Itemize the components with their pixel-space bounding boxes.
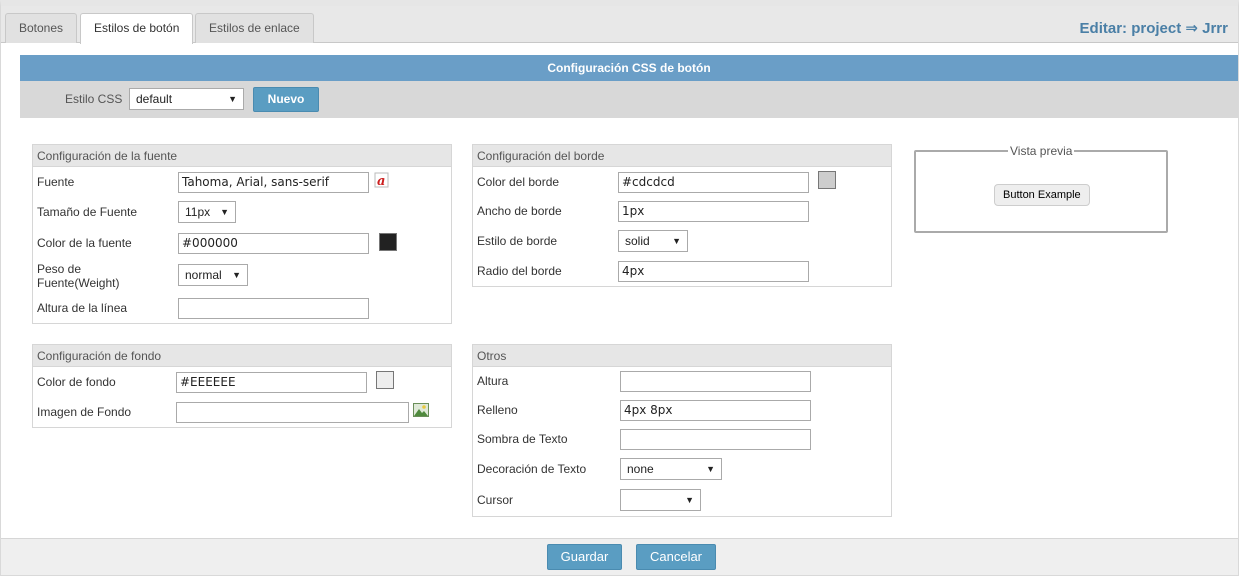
font-weight-label: Peso de Fuente(Weight) (37, 262, 119, 290)
new-style-button[interactable]: Nuevo (253, 87, 319, 112)
css-style-label: Estilo CSS (65, 92, 123, 106)
chevron-down-icon: ▼ (232, 270, 241, 280)
border-width-label: Ancho de borde (477, 204, 562, 218)
font-size-select[interactable]: 11px ▼ (178, 201, 236, 223)
background-color-swatch[interactable] (376, 371, 394, 389)
font-size-value: 11px (185, 205, 211, 219)
text-shadow-input[interactable] (620, 429, 811, 450)
border-color-swatch[interactable] (818, 171, 836, 189)
border-color-input[interactable]: #cdcdcd (618, 172, 809, 193)
edit-title: Editar: project ⇒ Jrrr (1079, 20, 1228, 37)
panel-title: Otros (473, 345, 891, 367)
panel-title: Configuración de fondo (33, 345, 451, 367)
panel-title: Configuración del borde (473, 145, 891, 167)
border-color-label: Color del borde (477, 175, 560, 189)
border-radius-input[interactable]: 4px (618, 261, 809, 282)
footer-bar: Guardar Cancelar (1, 538, 1238, 575)
svg-text:a: a (377, 174, 385, 188)
font-weight-value: normal (185, 268, 222, 282)
border-config-panel: Configuración del borde Color del borde … (472, 144, 892, 287)
font-config-panel: Configuración de la fuente Fuente Tahoma… (32, 144, 452, 324)
cursor-select[interactable]: ▼ (620, 489, 701, 511)
font-picker-icon[interactable]: a (374, 172, 390, 189)
font-family-input[interactable]: Tahoma, Arial, sans-serif (178, 172, 369, 193)
border-width-input[interactable]: 1px (618, 201, 809, 222)
css-style-row: Estilo CSS default ▼ Nuevo (20, 81, 1238, 118)
text-shadow-label: Sombra de Texto (477, 432, 568, 446)
preview-box: Vista previa Button Example (914, 144, 1168, 233)
example-button[interactable]: Button Example (994, 184, 1090, 206)
height-label: Altura (477, 374, 509, 388)
preview-legend: Vista previa (1008, 144, 1075, 158)
css-style-value: default (136, 92, 173, 106)
font-label: Fuente (37, 175, 75, 189)
chevron-down-icon: ▼ (672, 236, 681, 246)
chevron-down-icon: ▼ (220, 207, 229, 217)
tab-estilos-de-enlace[interactable]: Estilos de enlace (195, 13, 314, 43)
background-color-label: Color de fondo (37, 375, 116, 389)
font-color-input[interactable]: #000000 (178, 233, 369, 254)
font-weight-label-line1: Peso de (37, 262, 82, 276)
image-picker-icon[interactable] (413, 402, 429, 418)
chevron-down-icon: ▼ (685, 495, 694, 505)
text-decoration-select[interactable]: none ▼ (620, 458, 722, 480)
background-color-input[interactable]: #EEEEEE (176, 372, 367, 393)
cancel-button[interactable]: Cancelar (636, 544, 716, 570)
font-weight-select[interactable]: normal ▼ (178, 264, 248, 286)
padding-input[interactable]: 4px 8px (620, 400, 811, 421)
line-height-input[interactable] (178, 298, 369, 319)
font-weight-label-line2: Fuente(Weight) (37, 276, 120, 290)
css-style-select[interactable]: default ▼ (129, 88, 244, 110)
tab-botones[interactable]: Botones (5, 13, 78, 43)
background-config-panel: Configuración de fondo Color de fondo #E… (32, 344, 452, 428)
padding-label: Relleno (477, 403, 518, 417)
panel-title: Configuración de la fuente (33, 145, 451, 167)
text-decoration-label: Decoración de Texto (477, 462, 587, 476)
line-height-label: Altura de la línea (37, 301, 128, 315)
chevron-down-icon: ▼ (706, 464, 715, 474)
section-header: Configuración CSS de botón (20, 55, 1238, 81)
height-input[interactable] (620, 371, 811, 392)
save-button[interactable]: Guardar (547, 544, 622, 570)
text-decoration-value: none (627, 462, 654, 476)
background-image-label: Imagen de Fondo (37, 405, 132, 419)
border-style-value: solid (625, 234, 650, 248)
border-radius-label: Radio del borde (477, 264, 562, 278)
font-color-label: Color de la fuente (37, 236, 132, 250)
border-style-label: Estilo de borde (477, 234, 558, 248)
cursor-label: Cursor (477, 493, 514, 507)
border-style-select[interactable]: solid ▼ (618, 230, 688, 252)
tab-estilos-de-boton[interactable]: Estilos de botón (80, 13, 194, 44)
font-size-label: Tamaño de Fuente (37, 205, 138, 219)
chevron-down-icon: ▼ (228, 94, 237, 104)
background-image-input[interactable] (176, 402, 409, 423)
tab-bar: Botones Estilos de botón Estilos de enla… (1, 6, 1238, 44)
font-color-swatch[interactable] (379, 233, 397, 251)
others-panel: Otros Altura Relleno 4px 8px Sombra de T… (472, 344, 892, 517)
